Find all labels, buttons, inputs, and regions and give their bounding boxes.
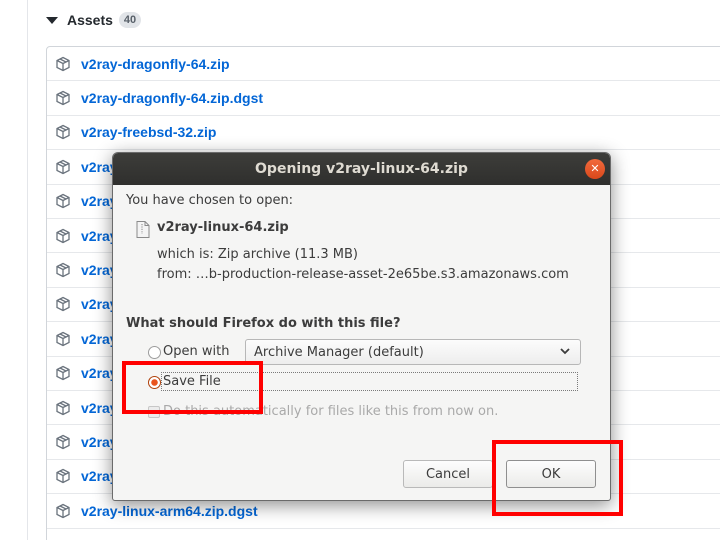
assets-count-badge: 40 xyxy=(118,12,142,28)
open-with-app-value: Archive Manager (default) xyxy=(254,344,424,360)
package-icon xyxy=(55,503,71,519)
asset-link[interactable]: v2ray-dragonfly-64.zip.dgst xyxy=(81,90,263,106)
file-icon xyxy=(136,221,150,238)
file-name: v2ray-linux-64.zip xyxy=(157,220,289,235)
chevron-down-icon xyxy=(560,348,570,355)
dialog-title: Opening v2ray-linux-64.zip xyxy=(255,161,468,177)
asset-row: v2ray-dragonfly-64.zip xyxy=(47,47,720,82)
package-icon xyxy=(55,296,71,312)
save-file-highlight xyxy=(122,361,263,414)
dialog-intro: You have chosen to open: xyxy=(126,193,294,208)
asset-link[interactable]: v2ray-linux-arm64.zip.dgst xyxy=(81,503,258,519)
close-icon[interactable]: ✕ xyxy=(585,159,605,179)
package-icon xyxy=(55,228,71,244)
timeline-rule xyxy=(27,0,28,540)
asset-row: v2ray-freebsd-32.zip xyxy=(47,116,720,151)
package-icon xyxy=(55,159,71,175)
package-icon xyxy=(55,124,71,140)
package-icon xyxy=(55,365,71,381)
asset-row: v2ray-dragonfly-64.zip.dgst xyxy=(47,81,720,116)
open-with-radio[interactable] xyxy=(148,346,161,359)
package-icon xyxy=(55,434,71,450)
package-icon xyxy=(55,193,71,209)
package-icon xyxy=(55,331,71,347)
package-icon xyxy=(55,262,71,278)
open-with-label[interactable]: Open with xyxy=(163,344,229,359)
action-question: What should Firefox do with this file? xyxy=(126,316,401,331)
caret-down-icon[interactable] xyxy=(46,16,58,24)
package-icon xyxy=(55,468,71,484)
ok-button-highlight xyxy=(492,440,623,516)
package-icon xyxy=(55,90,71,106)
package-icon xyxy=(55,56,71,72)
asset-link[interactable]: v2ray-dragonfly-64.zip xyxy=(81,56,230,72)
cancel-button[interactable]: Cancel xyxy=(403,460,493,488)
assets-header[interactable]: Assets 40 xyxy=(46,8,142,32)
dialog-titlebar[interactable]: Opening v2ray-linux-64.zip ✕ xyxy=(113,153,610,185)
file-type: which is: Zip archive (11.3 MB) xyxy=(157,247,359,262)
asset-link[interactable]: v2ray-freebsd-32.zip xyxy=(81,124,216,140)
open-with-app-select[interactable]: Archive Manager (default) xyxy=(245,339,581,365)
package-icon xyxy=(55,400,71,416)
assets-title: Assets xyxy=(67,12,113,28)
file-source: from: …b-production-release-asset-2e65be… xyxy=(157,267,569,282)
